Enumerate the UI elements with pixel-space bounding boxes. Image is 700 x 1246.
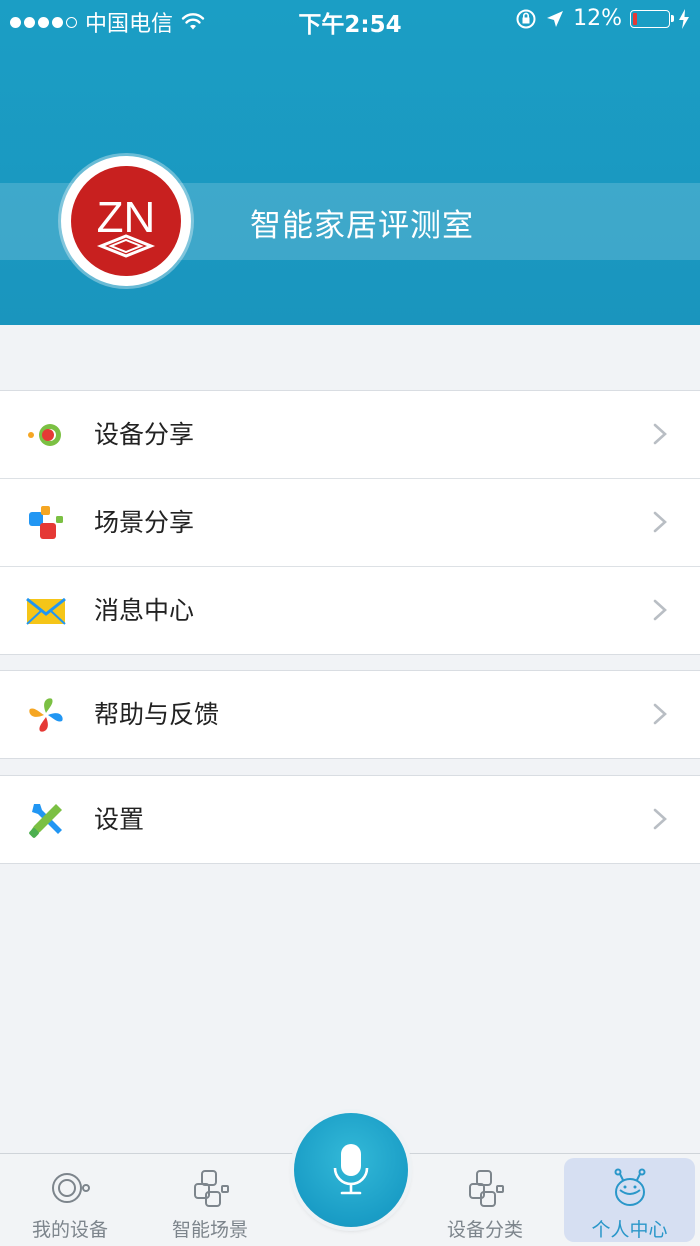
location-icon — [547, 10, 564, 27]
tab-personal-center[interactable]: 个人中心 — [564, 1158, 695, 1242]
status-bar: 中国电信 下午2:54 12% — [0, 0, 700, 40]
tab-label: 设备分类 — [446, 1219, 523, 1241]
chevron-right-icon — [653, 511, 667, 533]
menu-item-help-feedback[interactable]: 帮助与反馈 — [0, 671, 700, 758]
microphone-icon — [333, 1144, 369, 1195]
menu-item-settings[interactable]: 设置 — [0, 776, 700, 863]
profile-name: 智能家居评测室 — [250, 208, 474, 244]
voice-button[interactable] — [294, 1113, 408, 1227]
avatar-logo: ZN — [71, 166, 181, 276]
battery-percent: 12% — [573, 6, 622, 31]
help-feedback-icon — [29, 698, 63, 732]
tab-smart-scene[interactable]: 智能场景 — [140, 1154, 280, 1246]
my-devices-icon — [52, 1173, 90, 1203]
menu-label: 场景分享 — [94, 508, 195, 537]
chevron-right-icon — [653, 808, 667, 830]
chevron-right-icon — [653, 599, 667, 621]
tab-device-category[interactable]: 设备分类 — [415, 1154, 555, 1246]
orientation-lock-icon — [516, 9, 536, 28]
charging-icon — [679, 8, 689, 29]
battery-fill — [633, 12, 637, 25]
menu-item-scene-share[interactable]: 场景分享 — [0, 479, 700, 567]
zn-logo-icon: ZN — [97, 193, 155, 258]
status-right: 12% — [515, 6, 690, 31]
tab-my-devices[interactable]: 我的设备 — [0, 1154, 140, 1246]
device-share-icon — [28, 424, 61, 446]
menu-label: 消息中心 — [94, 596, 195, 625]
profile-header: 中国电信 下午2:54 12% ZN 智能家居评测室 — [0, 0, 700, 325]
menu-group-settings: 设置 — [0, 775, 700, 864]
tab-label: 个人中心 — [591, 1219, 668, 1241]
menu-label: 设备分享 — [94, 420, 195, 449]
menu-label: 帮助与反馈 — [94, 700, 220, 729]
smart-scene-icon — [194, 1170, 229, 1207]
device-category-icon — [469, 1170, 504, 1207]
battery-icon — [630, 9, 674, 28]
envelope-icon — [26, 597, 66, 625]
scene-share-icon — [29, 506, 63, 539]
menu-label: 设置 — [94, 805, 145, 834]
tab-label: 智能场景 — [171, 1219, 248, 1241]
robot-icon — [614, 1168, 645, 1206]
avatar[interactable]: ZN — [61, 156, 191, 286]
tab-label: 我的设备 — [31, 1219, 108, 1241]
menu-group-share: 设备分享 场景分享 消息中心 — [0, 390, 700, 655]
menu-item-device-share[interactable]: 设备分享 — [0, 391, 700, 479]
wrench-screwdriver-icon — [29, 804, 62, 838]
chevron-right-icon — [653, 423, 667, 445]
menu-group-help: 帮助与反馈 — [0, 670, 700, 759]
menu-item-message-center[interactable]: 消息中心 — [0, 567, 700, 654]
chevron-right-icon — [653, 703, 667, 725]
